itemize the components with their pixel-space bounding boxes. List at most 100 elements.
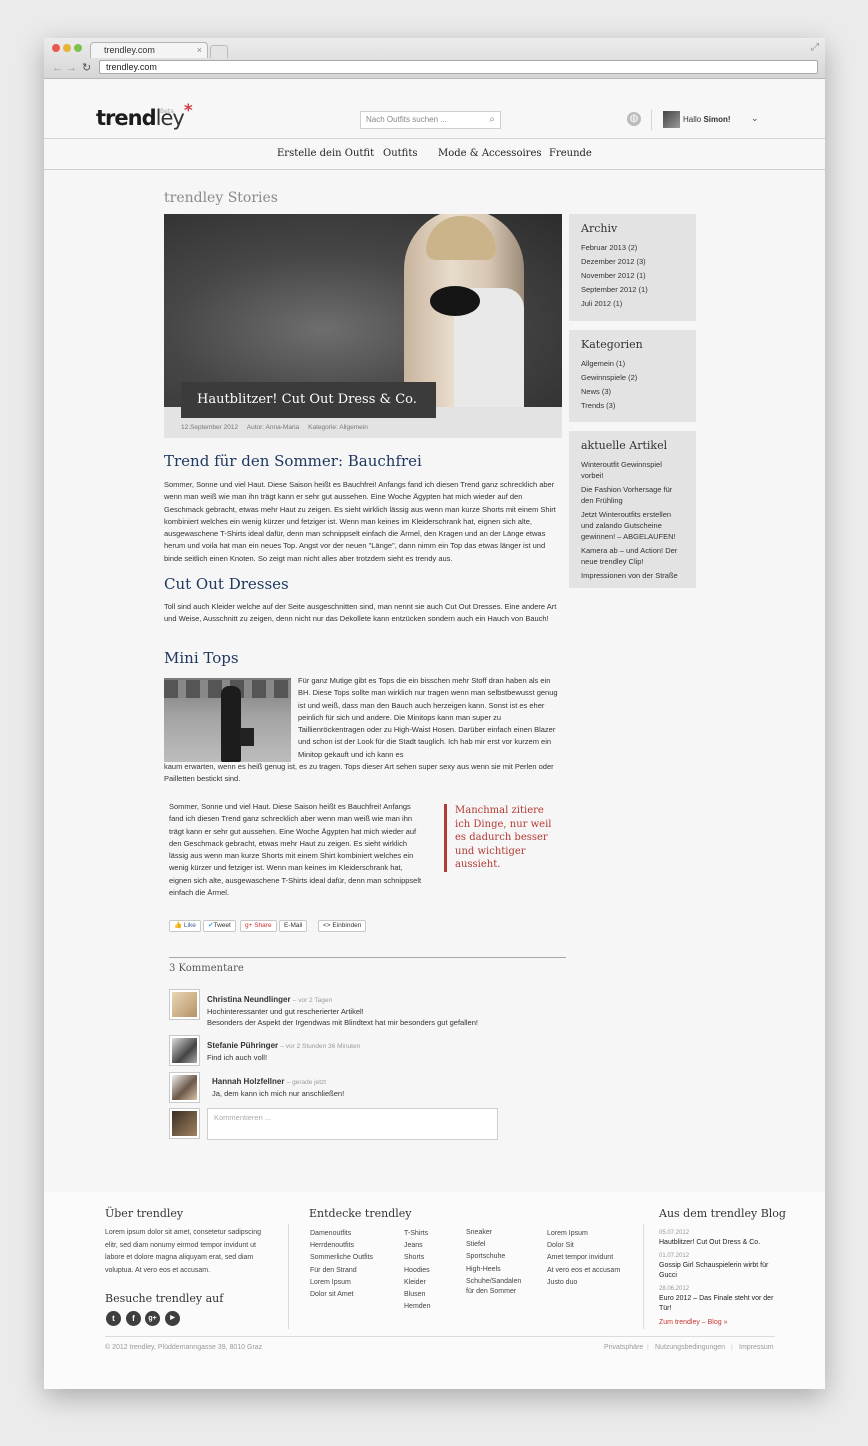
kategorie-item[interactable]: News (3)	[581, 386, 684, 397]
back-icon[interactable]: ←	[52, 61, 63, 75]
footer-link[interactable]: Sportschuhe	[466, 1252, 528, 1263]
site-header: trendley* Beta Nach Outfits suchen ... ⌕…	[44, 80, 825, 139]
kategorie-item[interactable]: Gewinnspiele (2)	[581, 372, 684, 383]
hero-story[interactable]: Hautblitzer! Cut Out Dress & Co. 12.Sept…	[164, 214, 562, 438]
nav-item-freunde[interactable]: Freunde	[549, 140, 592, 168]
archiv-title: Archiv	[581, 222, 618, 235]
footer-link[interactable]: Shorts	[404, 1252, 430, 1264]
footer-link-nutzungsbedingungen[interactable]: Nutzungsbedingungen	[655, 1344, 725, 1351]
comment-input[interactable]: Kommentieren ...	[207, 1108, 498, 1140]
tweet-button[interactable]: ✔Tweet	[203, 920, 236, 932]
header-divider	[651, 110, 652, 130]
search-input[interactable]: Nach Outfits suchen ... ⌕	[360, 111, 501, 129]
footer-link[interactable]: Herrdenoutfits	[310, 1240, 373, 1252]
footer-link[interactable]: Für den Strand	[310, 1265, 373, 1277]
tab-close-icon[interactable]: ×	[197, 43, 202, 58]
aktuell-item[interactable]: Winteroutfit Gewinnspiel vorbei!	[581, 459, 684, 481]
facebook-like-button[interactable]: 👍 Like	[169, 920, 201, 932]
archiv-item[interactable]: Dezember 2012 (3)	[581, 256, 684, 267]
footer-link[interactable]: Sommerliche Outfits	[310, 1252, 373, 1264]
sidebar-kategorien: Kategorien Allgemein (1) Gewinnspiele (2…	[569, 330, 696, 422]
page-title: trendley Stories	[164, 190, 278, 206]
footer-link[interactable]: Lorem Ipsum	[310, 1277, 373, 1289]
footer-link[interactable]: Lorem Ipsum	[547, 1228, 620, 1240]
blog-link[interactable]: Hautblitzer! Cut Out Dress & Co.	[659, 1238, 779, 1248]
archiv-item[interactable]: Februar 2013 (2)	[581, 242, 684, 253]
forward-icon[interactable]: →	[66, 61, 77, 75]
embed-button[interactable]: <> Einbinden	[318, 920, 367, 932]
browser-tab[interactable]: trendley.com ×	[90, 42, 208, 58]
hero-caption[interactable]: Hautblitzer! Cut Out Dress & Co.	[181, 382, 436, 418]
footer-link[interactable]: Stiefel	[466, 1240, 528, 1251]
youtube-icon[interactable]: ▶	[165, 1311, 180, 1326]
kategorie-item[interactable]: Allgemein (1)	[581, 358, 684, 369]
article-paragraph-1: Sommer, Sonne und viel Haut. Diese Saiso…	[164, 480, 556, 563]
chevron-down-icon[interactable]: ⌄	[751, 113, 759, 124]
aktuell-item[interactable]: Impressionen von der Straße	[581, 570, 684, 581]
aktuell-item[interactable]: Jetzt Winteroutfits erstellen und zaland…	[581, 509, 684, 542]
archiv-item[interactable]: Juli 2012 (1)	[581, 298, 684, 309]
footer-link[interactable]: Blusen	[404, 1289, 430, 1301]
comment-author[interactable]: Christina Neundlinger – vor 2 Tagen	[207, 995, 332, 1004]
zoom-window-button[interactable]	[74, 44, 82, 52]
minimize-window-button[interactable]	[63, 44, 71, 52]
nav-item-erstelle[interactable]: Erstelle dein Outfit	[277, 140, 374, 168]
aktuell-item[interactable]: Kamera ab – und Action! Der neue trendle…	[581, 545, 684, 567]
footer-link[interactable]: Dolor sit Amet	[310, 1289, 373, 1301]
twitter-icon[interactable]: t	[106, 1311, 121, 1326]
blog-link[interactable]: Gossip Girl Schauspielerin wirbt für Guc…	[659, 1261, 779, 1280]
search-icon[interactable]: ⌕	[489, 112, 495, 128]
footer-link[interactable]: Amet tempor invidunt	[547, 1252, 620, 1264]
address-bar[interactable]: trendley.com	[99, 60, 818, 74]
copyright: © 2012 trendley, Plüddemanngasse 39, 801…	[105, 1344, 263, 1351]
googleplus-icon[interactable]: g+	[145, 1311, 160, 1326]
reload-icon[interactable]: ↻	[82, 61, 91, 75]
footer-link[interactable]: Jeans	[404, 1240, 430, 1252]
fullscreen-icon[interactable]: ⤢	[811, 42, 819, 53]
footer-col-kleidung: T-Shirts Jeans Shorts Hoodies Kleider Bl…	[404, 1228, 430, 1313]
facebook-icon[interactable]: f	[126, 1311, 141, 1326]
footer-link[interactable]: Hemden	[404, 1301, 430, 1313]
archiv-item[interactable]: November 2012 (1)	[581, 270, 684, 281]
avatar[interactable]	[663, 111, 680, 128]
google-share-button[interactable]: g+ Share	[240, 920, 277, 932]
comment-author[interactable]: Stefanie Pühringer – vor 2 Stunden 36 Mi…	[207, 1041, 360, 1050]
logo-star-icon: *	[183, 101, 193, 121]
footer-link[interactable]: Sneaker	[466, 1228, 528, 1239]
blog-date: 05.07.2012	[659, 1230, 690, 1236]
blog-more-link[interactable]: Zum trendley – Blog »	[659, 1319, 727, 1326]
logo[interactable]: trendley* Beta	[96, 101, 193, 130]
avatar[interactable]	[169, 1035, 200, 1066]
email-button[interactable]: E-Mail	[279, 920, 308, 932]
article-paragraph-3a: Für ganz Mutige gibt es Tops die ein bis…	[298, 676, 558, 759]
footer-link[interactable]: Kleider	[404, 1277, 430, 1289]
nav-item-outfits[interactable]: Outfits	[383, 140, 417, 168]
globe-icon[interactable]: ◍	[627, 112, 641, 126]
kategorie-item[interactable]: Trends (3)	[581, 400, 684, 411]
footer-link[interactable]: At vero eos et accusam	[547, 1265, 620, 1277]
article-paragraph-3b: kaum erwarten, wenn es heiß genug ist, e…	[164, 762, 554, 784]
avatar[interactable]	[169, 1072, 200, 1103]
comment-text: Hochinteressanter und gut rescherierter …	[207, 1007, 478, 1027]
footer-link[interactable]: High-Heels	[466, 1265, 528, 1276]
footer-link-privatsphaere[interactable]: Privatsphäre	[604, 1344, 643, 1351]
avatar[interactable]	[169, 989, 200, 1020]
comment-author[interactable]: Hannah Holzfellner – gerade jetzt	[212, 1077, 326, 1086]
blog-link[interactable]: Euro 2012 – Das Finale steht vor der Tür…	[659, 1294, 779, 1313]
footer-link-impressum[interactable]: Impressum	[739, 1344, 774, 1351]
footer-link[interactable]: Dolor Sit	[547, 1240, 620, 1252]
article-paragraph-2: Toll sind auch Kleider welche auf der Se…	[164, 602, 557, 624]
comment-text: Find ich auch voll!	[207, 1053, 268, 1062]
footer-link[interactable]: T-Shirts	[404, 1228, 430, 1240]
new-tab-button[interactable]	[210, 45, 228, 58]
close-window-button[interactable]	[52, 44, 60, 52]
user-greeting[interactable]: Hallo Simon!	[683, 115, 731, 124]
footer-link[interactable]: Damenoutfits	[310, 1228, 373, 1240]
nav-item-mode[interactable]: Mode & Accessoires	[438, 140, 542, 168]
footer-link[interactable]: Schuhe/Sandalen für den Sommer	[466, 1277, 528, 1298]
footer-link[interactable]: Justo duo	[547, 1277, 620, 1289]
footer-link[interactable]: Hoodies	[404, 1265, 430, 1277]
footer-about-title: Über trendley	[105, 1207, 184, 1220]
archiv-item[interactable]: September 2012 (1)	[581, 284, 684, 295]
aktuell-item[interactable]: Die Fashion Vorhersage für den Frühling	[581, 484, 684, 506]
